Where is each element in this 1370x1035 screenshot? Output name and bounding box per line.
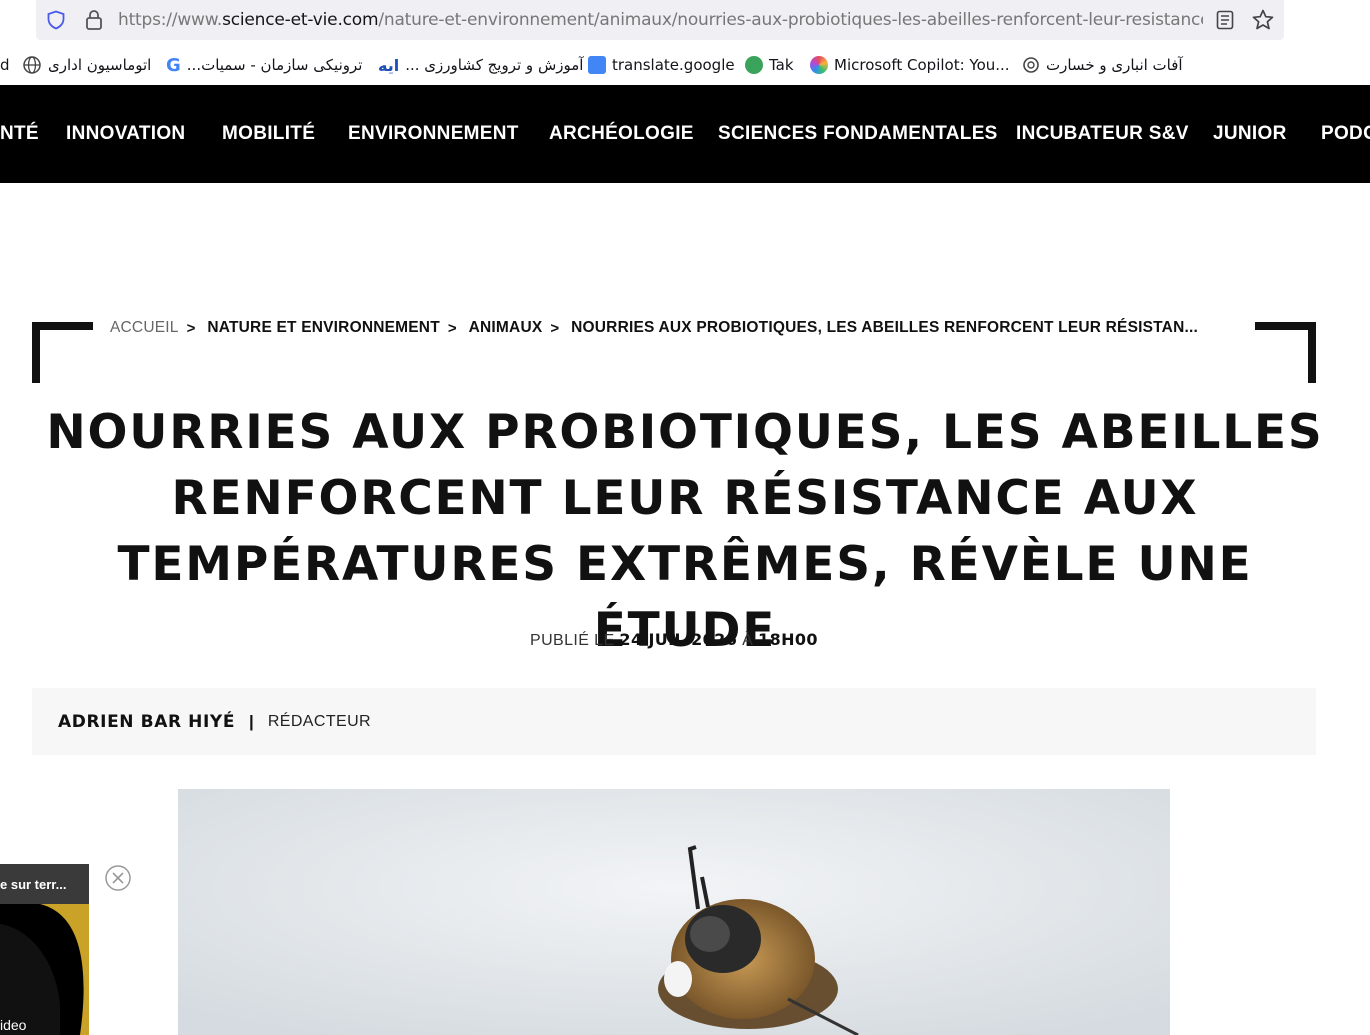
publish-prefix: PUBLIÉ LE	[530, 632, 615, 649]
article-title: NOURRIES AUX PROBIOTIQUES, LES ABEILLES …	[40, 400, 1330, 664]
breadcrumb-separator: >	[186, 319, 196, 337]
nav-item-innovation[interactable]: INNOVATION	[66, 123, 185, 145]
breadcrumb: ACCUEIL > NATURE ET ENVIRONNEMENT > ANIM…	[110, 318, 1198, 338]
article-title-line: NOURRIES AUX PROBIOTIQUES, LES ABEILLES	[46, 405, 1324, 460]
bookmark-item[interactable]: آفات انباری و خسارت	[1022, 54, 1183, 76]
url-path: /nature-et-environnement/animaux/nourrie…	[378, 10, 1203, 30]
bookmark-item[interactable]: Tak	[745, 54, 794, 76]
nav-item-podcasts[interactable]: PODC	[1321, 123, 1370, 145]
publish-at: À	[742, 632, 754, 649]
author-separator: |	[249, 711, 254, 731]
bookmark-label: translate.google	[612, 56, 735, 74]
video-popup-label: ideo	[0, 1017, 27, 1033]
translate-icon	[588, 56, 606, 74]
lock-icon[interactable]	[84, 9, 104, 31]
nav-item-mobilite[interactable]: MOBILITÉ	[222, 123, 315, 145]
bookmark-item[interactable]: translate.google	[588, 54, 735, 76]
nav-item-junior[interactable]: JUNIOR	[1213, 123, 1287, 145]
google-icon: G	[166, 54, 181, 76]
bookmark-label: ...ترونیکی سازمان - سمیات	[186, 56, 363, 74]
video-popup[interactable]: e sur terr... ideo	[0, 864, 89, 1035]
breadcrumb-category[interactable]: NATURE ET ENVIRONNEMENT	[207, 319, 440, 337]
bee-in-snow-illustration	[178, 789, 1170, 1035]
url-text[interactable]: https://www.science-et-vie.com/nature-et…	[118, 10, 1203, 30]
bookmark-item[interactable]: ایه ... آموزش و ترویج کشاورزی	[378, 54, 583, 76]
author-role: RÉDACTEUR	[267, 712, 371, 730]
publish-time-value: 18H00	[758, 630, 818, 649]
close-icon[interactable]	[104, 864, 132, 892]
bookmark-item[interactable]: اتوماسیون اداری	[22, 54, 151, 76]
bookmark-star-icon[interactable]	[1251, 8, 1275, 32]
breadcrumb-separator: >	[550, 319, 560, 337]
breadcrumb-home[interactable]: ACCUEIL	[110, 319, 179, 337]
hero-image	[178, 789, 1170, 1035]
bookmark-label: d	[0, 56, 10, 74]
author-box: ADRIEN BAR HIYÉ | RÉDACTEUR	[32, 688, 1316, 755]
bookmark-label: Microsoft Copilot: You...	[834, 56, 1010, 74]
openai-icon	[1023, 57, 1039, 73]
bookmark-label: اتوماسیون اداری	[48, 56, 152, 74]
globe-icon	[23, 56, 41, 74]
breadcrumb-subcategory[interactable]: ANIMAUX	[469, 319, 543, 337]
publish-date-value: 24 JUIL 2026	[619, 630, 738, 649]
video-thumbnail	[0, 904, 89, 1035]
bookmark-label: Tak	[769, 56, 794, 74]
url-prefix: https://www.	[118, 10, 223, 30]
bookmarks-bar: d اتوماسیون اداری G ...ترونیکی سازمان - …	[0, 46, 1370, 84]
shield-icon[interactable]	[46, 10, 66, 30]
tak-icon	[745, 56, 763, 74]
frame-corner-top-left	[32, 322, 93, 330]
nav-item-environnement[interactable]: ENVIRONNEMENT	[348, 123, 519, 145]
bookmark-item[interactable]: d	[0, 54, 10, 76]
publish-date: PUBLIÉ LE 24 JUIL 2026 À 18H00	[0, 630, 1348, 650]
site-nav: NTÉ INNOVATION MOBILITÉ ENVIRONNEMENT AR…	[0, 85, 1370, 183]
bookmark-label: آفات انباری و خسارت	[1046, 56, 1183, 74]
breadcrumb-current: NOURRIES AUX PROBIOTIQUES, LES ABEILLES …	[571, 319, 1198, 336]
nav-item-sciences-fondamentales[interactable]: SCIENCES FONDAMENTALES	[718, 123, 998, 145]
video-popup-title: e sur terr...	[0, 864, 89, 904]
bookmark-label: ... آموزش و ترویج کشاورزی	[405, 56, 584, 74]
bookmark-item[interactable]: G ...ترونیکی سازمان - سمیات	[166, 54, 362, 76]
ayeh-icon: ایه	[378, 55, 400, 75]
author-name[interactable]: ADRIEN BAR HIYÉ	[58, 712, 235, 732]
nav-item-sante[interactable]: NTÉ	[0, 123, 39, 145]
copilot-icon	[810, 56, 828, 74]
article-title-line: RENFORCENT LEUR RÉSISTANCE AUX	[171, 471, 1199, 526]
frame-corner-top-right-vertical	[1308, 322, 1316, 383]
nav-item-incubateur[interactable]: INCUBATEUR S&V	[1016, 123, 1189, 145]
nav-item-archeologie[interactable]: ARCHÉOLOGIE	[549, 123, 694, 145]
reader-view-icon[interactable]	[1216, 10, 1234, 30]
address-bar[interactable]: https://www.science-et-vie.com/nature-et…	[36, 0, 1284, 40]
browser-toolbar: https://www.science-et-vie.com/nature-et…	[0, 0, 1370, 44]
url-host: science-et-vie.com	[222, 10, 379, 30]
frame-corner-top-right	[1255, 322, 1316, 330]
bookmark-item[interactable]: Microsoft Copilot: You...	[810, 54, 1010, 76]
breadcrumb-separator: >	[447, 319, 457, 337]
frame-corner-top-left-vertical	[32, 322, 40, 383]
